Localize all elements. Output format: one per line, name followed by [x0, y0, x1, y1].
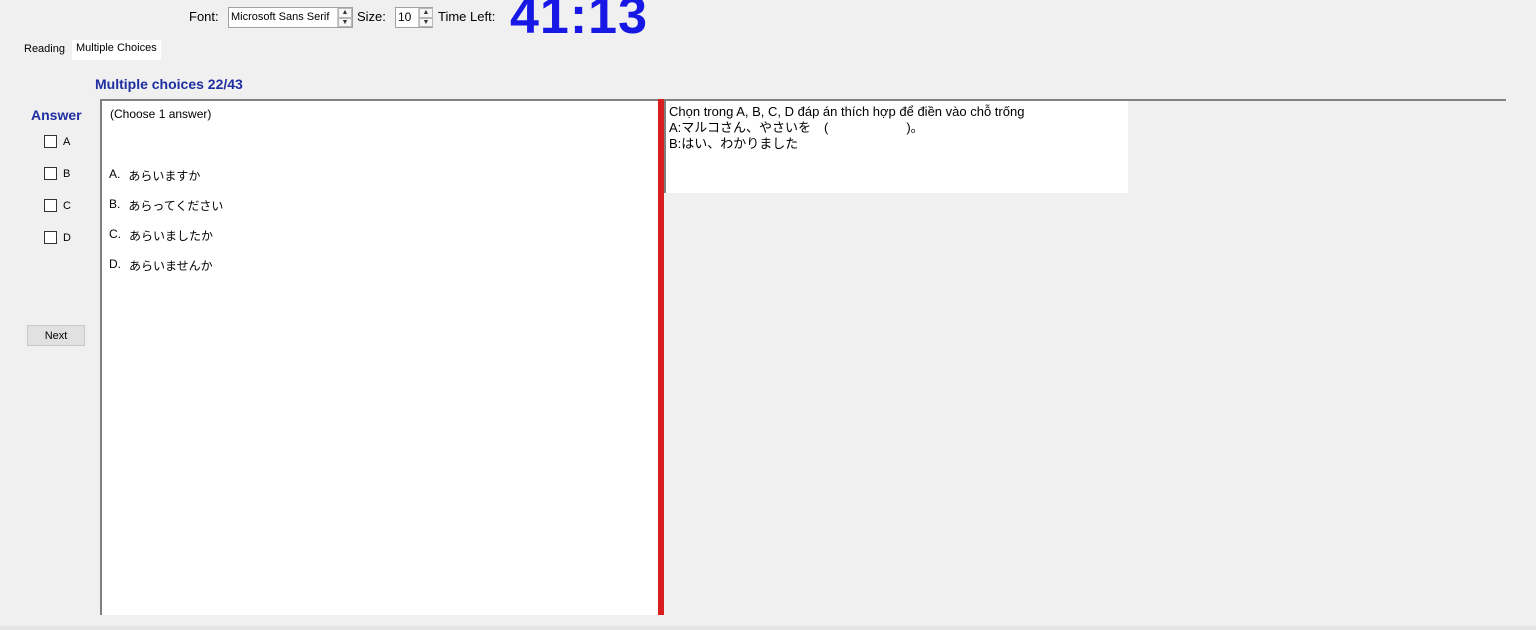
question-option-a: A. あらいますか	[109, 167, 200, 184]
option-letter: A.	[109, 167, 121, 181]
time-left-label: Time Left:	[438, 9, 496, 24]
question-option-b: B. あらってください	[109, 197, 223, 214]
question-option-d: D. あらいませんか	[109, 257, 213, 274]
reading-line: A:マルコさん、やさいを ( )。	[669, 120, 924, 135]
answer-option-label: A	[63, 135, 71, 148]
answer-option-d[interactable]: D	[44, 231, 71, 244]
spin-up-icon[interactable]: ▲	[419, 8, 433, 18]
font-select[interactable]: Microsoft Sans Serif	[228, 7, 353, 28]
reading-line: B:はい、わかりました	[669, 136, 799, 151]
question-panel[interactable]: (Choose 1 answer) A. あらいますか B. あらってください …	[100, 99, 658, 615]
answer-checkbox-c[interactable]	[44, 199, 57, 212]
option-letter: B.	[109, 197, 121, 211]
reading-line: Chọn trong A, B, C, D đáp án thích hợp đ…	[669, 104, 1025, 119]
font-label: Font:	[189, 9, 219, 24]
answer-option-b[interactable]: B	[44, 167, 70, 180]
answer-option-label: B	[63, 167, 71, 180]
answer-option-a[interactable]: A	[44, 135, 70, 148]
reading-panel[interactable]: Chọn trong A, B, C, D đáp án thích hợp đ…	[666, 101, 1128, 193]
spin-up-icon[interactable]: ▲	[338, 8, 352, 18]
option-text: あらいませんか	[129, 259, 213, 273]
option-text: あらいましたか	[129, 229, 214, 243]
page-title: Multiple choices 22/43	[95, 76, 243, 92]
option-letter: D.	[109, 257, 121, 271]
size-label: Size:	[357, 9, 386, 24]
answer-checkbox-b[interactable]	[44, 167, 57, 180]
answer-checkbox-a[interactable]	[44, 135, 57, 148]
answer-option-label: C	[63, 199, 71, 212]
answer-option-c[interactable]: C	[44, 199, 71, 212]
question-instruction: (Choose 1 answer)	[110, 107, 212, 121]
option-text: あらってください	[128, 199, 224, 213]
answer-label: Answer	[31, 107, 82, 123]
option-letter: C.	[109, 227, 121, 241]
answer-checkbox-d[interactable]	[44, 231, 57, 244]
option-text: あらいますか	[128, 169, 201, 183]
tab-reading[interactable]: Reading	[20, 42, 69, 56]
spin-down-icon[interactable]: ▼	[338, 17, 352, 27]
question-option-c: C. あらいましたか	[109, 227, 213, 244]
size-spinner[interactable]: ▲ ▼	[418, 8, 433, 27]
tab-multiple-choices[interactable]: Multiple Choices	[72, 40, 161, 60]
answer-option-label: D	[63, 231, 71, 244]
font-spinner[interactable]: ▲ ▼	[337, 8, 352, 27]
spin-down-icon[interactable]: ▼	[419, 17, 433, 27]
bottom-divider	[0, 626, 1536, 630]
timer-display: 41:13	[510, 0, 648, 45]
next-button[interactable]: Next	[27, 325, 85, 346]
